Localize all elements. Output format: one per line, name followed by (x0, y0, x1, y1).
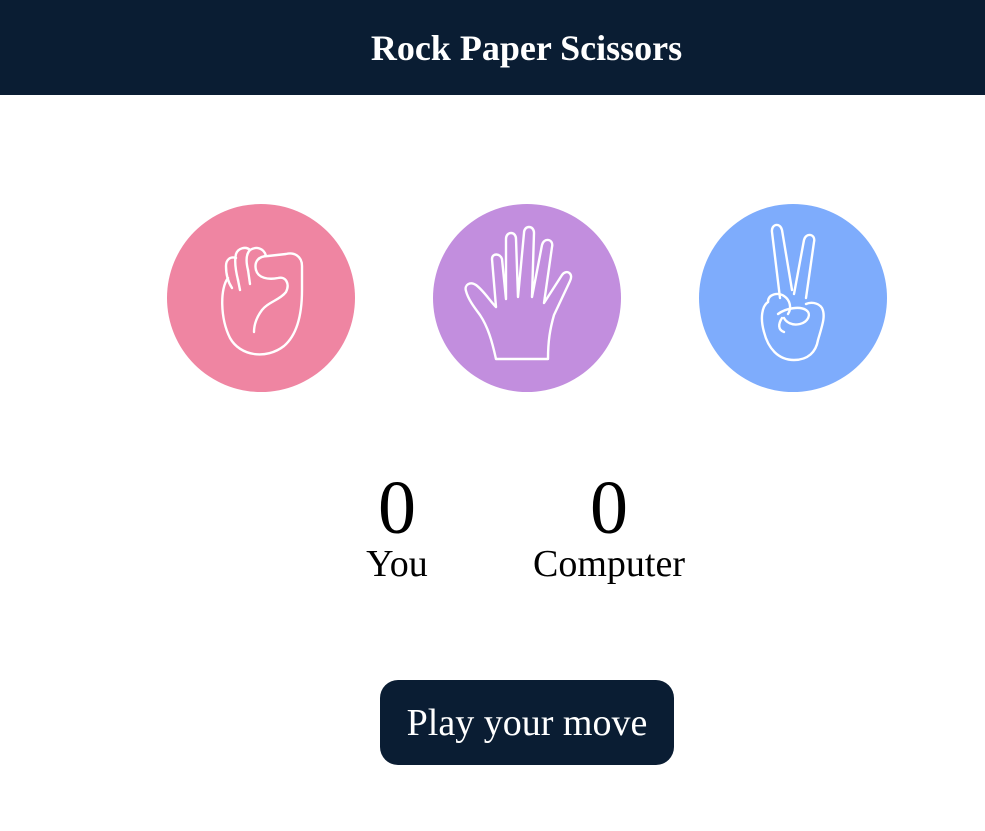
fist-icon (221, 246, 304, 356)
player-score-label: You (366, 543, 428, 585)
play-move-button[interactable]: Play your move (380, 680, 674, 765)
player-score: 0 You (337, 466, 457, 586)
computer-score: 0 Computer (509, 466, 709, 586)
paper-choice-button[interactable] (433, 204, 621, 392)
scissors-choice-button[interactable] (699, 204, 887, 392)
page-title: Rock Paper Scissors (370, 27, 683, 68)
player-score-value: 0 (378, 466, 416, 550)
app-header: Rock Paper Scissors (0, 0, 985, 95)
rock-choice-button[interactable] (167, 204, 355, 392)
computer-score-value: 0 (590, 466, 628, 550)
computer-score-label: Computer (533, 543, 685, 585)
peace-hand-icon (760, 223, 825, 362)
open-hand-icon (464, 225, 573, 361)
